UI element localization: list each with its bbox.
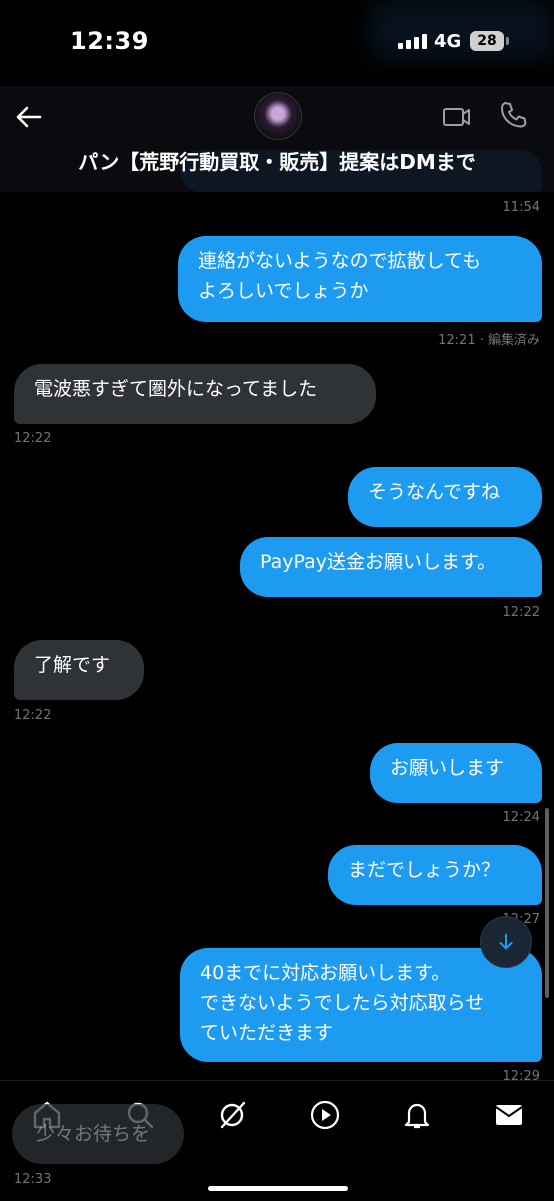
message-bubble-outgoing[interactable]: そうなんですね [348, 467, 542, 527]
message-timestamp: 11:54 [502, 200, 540, 215]
message-bubble-outgoing[interactable]: PayPay送金お願いします。 [240, 537, 542, 597]
message-timestamp: 12:22 [14, 431, 52, 446]
message-bubble-outgoing[interactable]: お願いします [370, 743, 542, 803]
status-time: 12:39 [70, 27, 149, 55]
status-glow [370, 0, 554, 60]
arrow-down-icon [499, 933, 513, 950]
scroll-to-bottom-button[interactable] [481, 917, 531, 967]
grok-icon[interactable] [216, 1099, 248, 1131]
message-bubble-incoming[interactable]: 少々お待ちを [12, 1104, 184, 1164]
scrollbar[interactable] [545, 808, 549, 998]
message-timestamp: 12:21 · 編集済み [438, 333, 540, 348]
message-bubble-incoming[interactable]: 電波悪すぎて圏外になってました [14, 364, 376, 424]
avatar[interactable] [254, 92, 302, 140]
message-bubble-outgoing[interactable]: 連絡がないようなので拡散しても よろしいでしょうか [178, 236, 542, 322]
battery-icon: 28 [470, 31, 504, 51]
message-timestamp: 12:22 [14, 708, 52, 723]
back-arrow-icon[interactable] [14, 102, 44, 132]
play-icon[interactable] [309, 1099, 341, 1131]
conversation-header: パン【荒野行動買取・販売】提案はDMまで [0, 86, 554, 192]
status-bar: 12:39 4G 28 [0, 0, 554, 86]
battery-tip [506, 37, 509, 45]
message-timestamp: 12:33 [14, 1172, 52, 1187]
mail-icon[interactable] [493, 1099, 525, 1131]
video-camera-icon[interactable] [442, 102, 472, 132]
message-timestamp: 12:24 [502, 810, 540, 825]
home-indicator [208, 1186, 348, 1191]
conversation-title[interactable]: パン【荒野行動買取・販売】提案はDMまで [0, 146, 554, 175]
message-bubble-outgoing[interactable]: 40までに対応お願いします。 できないようでしたら対応取らせ ていただきます [180, 948, 542, 1062]
message-timestamp: 12:22 [502, 605, 540, 620]
bell-icon[interactable] [401, 1099, 433, 1131]
signal-icon [398, 34, 427, 49]
message-bubble-outgoing[interactable]: まだでしょうか？ [328, 845, 542, 905]
message-bubble-incoming[interactable]: 了解です [14, 640, 144, 700]
network-type: 4G [434, 31, 462, 52]
phone-icon[interactable] [498, 100, 528, 130]
